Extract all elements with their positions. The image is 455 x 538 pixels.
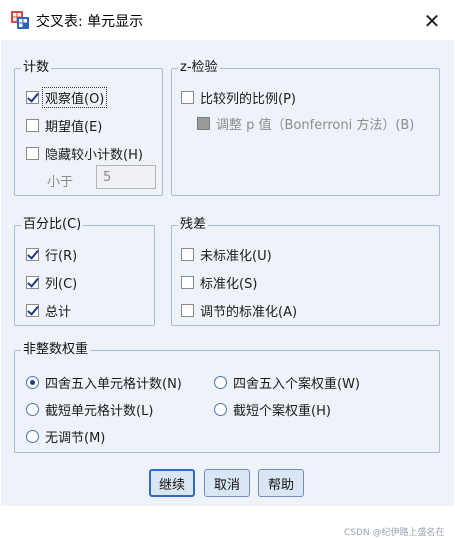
expected-checkbox[interactable]: 期望值(E) — [26, 115, 102, 135]
no-adjustment-radio-circle[interactable] — [26, 429, 39, 443]
crosstabs-app-icon — [11, 11, 29, 29]
standardized-residual-checkbox[interactable]: 标准化(S) — [181, 272, 257, 292]
help-button[interactable]: 帮助 — [258, 469, 304, 497]
row-percent-check-box[interactable] — [26, 247, 39, 261]
round-cell-counts-radio[interactable]: 四舍五入单元格计数(N) — [26, 372, 182, 392]
compare-column-proportions-check-box[interactable] — [181, 90, 194, 104]
compare-column-proportions-label: 比较列的比例(P) — [200, 91, 296, 107]
dialog-body: 计数 观察值(O) 期望值(E) 隐藏较小计数(H) 小于 z-检验 比较列的比… — [1, 40, 454, 538]
compare-column-proportions-checkbox[interactable]: 比较列的比例(P) — [181, 87, 296, 107]
truncate-case-weights-radio-circle[interactable] — [214, 402, 227, 416]
hide-small-counts-check-box[interactable] — [26, 146, 39, 160]
adjusted-standardized-residual-check-box[interactable] — [181, 303, 194, 317]
truncate-case-weights-label: 截短个案权重(H) — [233, 403, 331, 419]
noninteger-weights-legend: 非整数权重 — [21, 342, 91, 358]
total-percent-checkbox[interactable]: 总计 — [26, 300, 71, 320]
adjust-p-values-check-box[interactable] — [197, 116, 210, 130]
observed-label: 观察值(O) — [42, 86, 108, 108]
round-case-weights-radio[interactable]: 四舍五入个案权重(W) — [214, 372, 360, 392]
adjusted-standardized-residual-label: 调节的标准化(A) — [200, 304, 298, 320]
unstandardized-residual-check-box[interactable] — [181, 247, 194, 261]
residuals-legend: 残差 — [178, 217, 209, 233]
truncate-cell-counts-radio-circle[interactable] — [26, 402, 39, 416]
z-test-legend: z-检验 — [178, 60, 220, 76]
truncate-case-weights-radio[interactable]: 截短个案权重(H) — [214, 399, 331, 419]
hide-small-counts-checkbox[interactable]: 隐藏较小计数(H) — [26, 143, 143, 163]
round-cell-counts-radio-circle[interactable] — [26, 375, 39, 389]
counts-legend: 计数 — [21, 60, 52, 76]
total-percent-label: 总计 — [45, 304, 72, 320]
adjust-p-values-label: 调整 p 值（Bonferroni 方法）(B) — [216, 117, 415, 133]
unstandardized-residual-checkbox[interactable]: 未标准化(U) — [181, 244, 272, 264]
unstandardized-residual-label: 未标准化(U) — [200, 248, 272, 264]
title-bar: 交叉表: 单元显示 ✕ — [0, 0, 455, 40]
truncate-cell-counts-radio[interactable]: 截短单元格计数(L) — [26, 399, 153, 419]
round-case-weights-radio-circle[interactable] — [214, 375, 227, 389]
round-cell-counts-label: 四舍五入单元格计数(N) — [45, 376, 182, 392]
row-percent-checkbox[interactable]: 行(R) — [26, 244, 77, 264]
window-title: 交叉表: 单元显示 — [36, 14, 144, 30]
no-adjustment-label: 无调节(M) — [45, 430, 106, 446]
continue-button[interactable]: 继续 — [149, 469, 195, 497]
column-percent-label: 列(C) — [45, 276, 78, 292]
expected-label: 期望值(E) — [45, 119, 103, 135]
standardized-residual-check-box[interactable] — [181, 275, 194, 289]
standardized-residual-label: 标准化(S) — [200, 276, 258, 292]
adjust-p-values-checkbox[interactable]: 调整 p 值（Bonferroni 方法）(B) — [197, 113, 414, 133]
observed-checkbox[interactable]: 观察值(O) — [26, 86, 108, 108]
close-button[interactable]: ✕ — [418, 8, 446, 34]
truncate-cell-counts-label: 截短单元格计数(L) — [45, 403, 154, 419]
watermark: CSDN @纪伊路上盛名在 — [344, 528, 445, 538]
percentages-legend: 百分比(C) — [21, 217, 84, 233]
less-than-input[interactable] — [96, 165, 156, 189]
observed-check-box[interactable] — [26, 90, 39, 104]
less-than-label: 小于 — [47, 175, 74, 190]
hide-small-counts-label: 隐藏较小计数(H) — [45, 147, 143, 163]
round-case-weights-label: 四舍五入个案权重(W) — [233, 376, 360, 392]
column-percent-check-box[interactable] — [26, 275, 39, 289]
expected-check-box[interactable] — [26, 118, 39, 132]
column-percent-checkbox[interactable]: 列(C) — [26, 272, 77, 292]
cancel-button[interactable]: 取消 — [204, 469, 250, 497]
close-icon: ✕ — [423, 9, 441, 33]
no-adjustment-radio[interactable]: 无调节(M) — [26, 426, 105, 446]
row-percent-label: 行(R) — [45, 248, 78, 264]
adjusted-standardized-residual-checkbox[interactable]: 调节的标准化(A) — [181, 300, 297, 320]
total-percent-check-box[interactable] — [26, 303, 39, 317]
